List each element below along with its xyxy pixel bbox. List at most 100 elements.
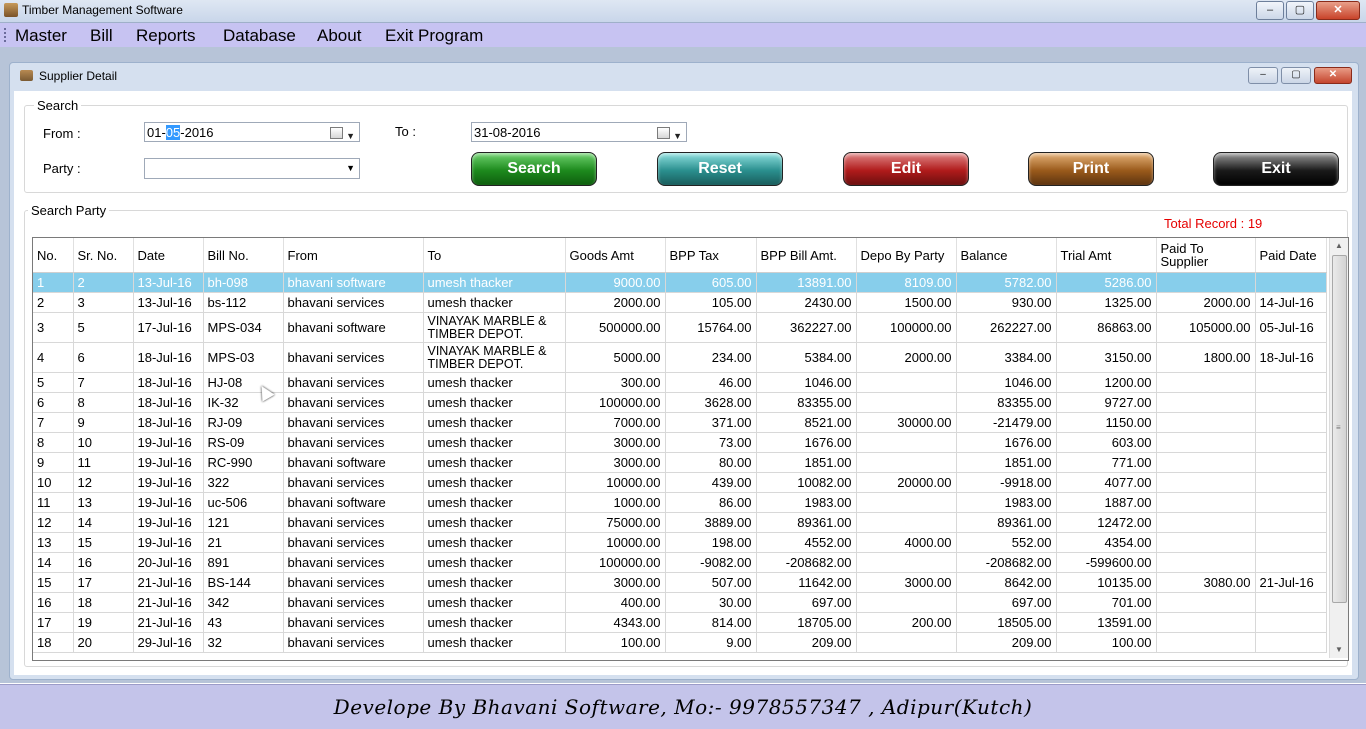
table-cell bbox=[856, 452, 957, 473]
table-cell: 13891.00 bbox=[756, 272, 857, 293]
column-header[interactable]: Balance bbox=[956, 238, 1057, 273]
maximize-button[interactable]: ▢ bbox=[1286, 1, 1314, 20]
menu-master[interactable]: Master bbox=[15, 26, 67, 46]
table-cell: 5 bbox=[73, 312, 134, 343]
vertical-scrollbar[interactable]: ▲ ≡ ▼ bbox=[1329, 238, 1348, 658]
scroll-up-icon[interactable]: ▲ bbox=[1330, 238, 1348, 254]
table-row[interactable]: 5 7 18-Jul-16 HJ-08 bhavani services umesh th… bbox=[33, 372, 1327, 393]
table-cell: 1851.00 bbox=[756, 452, 857, 473]
close-button[interactable]: ✕ bbox=[1316, 1, 1360, 20]
table-row[interactable]: 10 12 19-Jul-16 322 bhavani services umesh th… bbox=[33, 472, 1327, 493]
table-cell: bhavani services bbox=[283, 342, 424, 373]
window-title: Supplier Detail bbox=[39, 69, 118, 83]
table-row[interactable]: 17 19 21-Jul-16 43 bhavani services umesh tha… bbox=[33, 612, 1327, 633]
table-cell: umesh thacker bbox=[423, 612, 566, 633]
scroll-thumb[interactable]: ≡ bbox=[1332, 255, 1347, 603]
print-button[interactable]: Print bbox=[1028, 152, 1154, 186]
table-cell: 89361.00 bbox=[956, 512, 1057, 533]
table-cell: bhavani software bbox=[283, 492, 424, 513]
chevron-down-icon[interactable]: ▼ bbox=[346, 126, 355, 146]
column-header[interactable]: Sr. No. bbox=[73, 238, 134, 273]
table-row[interactable]: 7 9 18-Jul-16 RJ-09 bhavani services umesh th… bbox=[33, 412, 1327, 433]
table-row[interactable]: 14 16 20-Jul-16 891 bhavani services umesh th… bbox=[33, 552, 1327, 573]
table-row[interactable]: 18 20 29-Jul-16 32 bhavani services umesh tha… bbox=[33, 632, 1327, 653]
table-cell bbox=[1255, 612, 1327, 633]
party-dropdown[interactable]: ▼ bbox=[144, 158, 360, 179]
from-date-picker[interactable]: 01-05-2016 ▼ bbox=[144, 122, 360, 142]
total-record-label: Total Record : 19 bbox=[1164, 216, 1263, 231]
to-date-picker[interactable]: 31-08-2016 ▼ bbox=[471, 122, 687, 142]
to-date-value: 31-08-2016 bbox=[474, 125, 541, 140]
column-header[interactable]: Bill No. bbox=[203, 238, 284, 273]
table-row[interactable]: 6 8 18-Jul-16 IK-32 bhavani services umesh th… bbox=[33, 392, 1327, 413]
table-cell bbox=[1156, 532, 1256, 553]
table-cell: 771.00 bbox=[1056, 452, 1157, 473]
column-header[interactable]: BPP Tax bbox=[665, 238, 757, 273]
table-row[interactable]: 1 2 13-Jul-16 bh-098 bhavani software umesh t… bbox=[33, 272, 1327, 293]
child-minimize-button[interactable]: – bbox=[1248, 67, 1278, 84]
table-cell: 21-Jul-16 bbox=[1255, 572, 1327, 593]
table-cell: 322 bbox=[203, 472, 284, 493]
search-button[interactable]: Search bbox=[471, 152, 597, 186]
calendar-icon[interactable] bbox=[657, 127, 670, 139]
menu-bill[interactable]: Bill bbox=[90, 26, 113, 46]
table-cell bbox=[1255, 272, 1327, 293]
edit-button[interactable]: Edit bbox=[843, 152, 969, 186]
table-cell: 21-Jul-16 bbox=[133, 612, 204, 633]
table-row[interactable]: 11 13 19-Jul-16 uc-506 bhavani software umesh… bbox=[33, 492, 1327, 513]
table-cell: 21-Jul-16 bbox=[133, 592, 204, 613]
column-header[interactable]: Paid Date bbox=[1255, 238, 1327, 273]
table-cell: 8521.00 bbox=[756, 412, 857, 433]
table-cell: 11 bbox=[33, 492, 74, 513]
column-header[interactable]: Depo By Party bbox=[856, 238, 957, 273]
menu-exit-program[interactable]: Exit Program bbox=[385, 26, 483, 46]
menu-grip-icon bbox=[4, 28, 9, 42]
table-cell bbox=[1156, 592, 1256, 613]
menu-database[interactable]: Database bbox=[223, 26, 296, 46]
column-header[interactable]: From bbox=[283, 238, 424, 273]
table-cell: bhavani services bbox=[283, 552, 424, 573]
column-header[interactable]: No. bbox=[33, 238, 74, 273]
table-cell: 80.00 bbox=[665, 452, 757, 473]
child-maximize-button[interactable]: ▢ bbox=[1281, 67, 1311, 84]
scroll-down-icon[interactable]: ▼ bbox=[1330, 642, 1348, 658]
column-header[interactable]: Goods Amt bbox=[565, 238, 666, 273]
table-row[interactable]: 3 5 17-Jul-16 MPS-034 bhavani software VINAYA… bbox=[33, 312, 1327, 343]
table-row[interactable]: 8 10 19-Jul-16 RS-09 bhavani services umesh t… bbox=[33, 432, 1327, 453]
table-cell: 20 bbox=[73, 632, 134, 653]
column-header[interactable]: Trial Amt bbox=[1056, 238, 1157, 273]
calendar-icon[interactable] bbox=[330, 127, 343, 139]
table-cell: 17 bbox=[73, 572, 134, 593]
table-cell bbox=[1255, 452, 1327, 473]
child-close-button[interactable]: ✕ bbox=[1314, 67, 1352, 84]
table-row[interactable]: 4 6 18-Jul-16 MPS-03 bhavani services VINAYAK… bbox=[33, 342, 1327, 373]
table-cell: umesh thacker bbox=[423, 452, 566, 473]
exit-button[interactable]: Exit bbox=[1213, 152, 1339, 186]
menu-reports[interactable]: Reports bbox=[136, 26, 196, 46]
minimize-button[interactable]: – bbox=[1256, 1, 1284, 20]
table-cell bbox=[1156, 492, 1256, 513]
menu-about[interactable]: About bbox=[317, 26, 361, 46]
table-row[interactable]: 16 18 21-Jul-16 342 bhavani services umesh th… bbox=[33, 592, 1327, 613]
table-cell: 3080.00 bbox=[1156, 572, 1256, 593]
table-row[interactable]: 9 11 19-Jul-16 RC-990 bhavani software umesh … bbox=[33, 452, 1327, 473]
app-titlebar: Timber Management Software – ▢ ✕ bbox=[0, 0, 1366, 23]
table-cell: 8 bbox=[73, 392, 134, 413]
table-row[interactable]: 2 3 13-Jul-16 bs-112 bhavani services umesh t… bbox=[33, 292, 1327, 313]
column-header[interactable]: BPP Bill Amt. bbox=[756, 238, 857, 273]
column-header[interactable]: To bbox=[423, 238, 566, 273]
table-cell: 8 bbox=[33, 432, 74, 453]
reset-button[interactable]: Reset bbox=[657, 152, 783, 186]
table-row[interactable]: 15 17 21-Jul-16 BS-144 bhavani services umesh… bbox=[33, 572, 1327, 593]
chevron-down-icon[interactable]: ▼ bbox=[673, 126, 682, 146]
table-cell: 507.00 bbox=[665, 572, 757, 593]
table-row[interactable]: 13 15 19-Jul-16 21 bhavani services umesh tha… bbox=[33, 532, 1327, 553]
table-cell: 3 bbox=[73, 292, 134, 313]
table-cell: 13591.00 bbox=[1056, 612, 1157, 633]
table-cell: bhavani services bbox=[283, 532, 424, 553]
column-header[interactable]: Paid To Supplier bbox=[1156, 238, 1256, 273]
table-row[interactable]: 12 14 19-Jul-16 121 bhavani services umesh th… bbox=[33, 512, 1327, 533]
supplier-data-grid[interactable]: No. Sr. No. Date Bill No. From To Goods Amt BPP… bbox=[32, 237, 1349, 661]
table-cell bbox=[856, 432, 957, 453]
column-header[interactable]: Date bbox=[133, 238, 204, 273]
